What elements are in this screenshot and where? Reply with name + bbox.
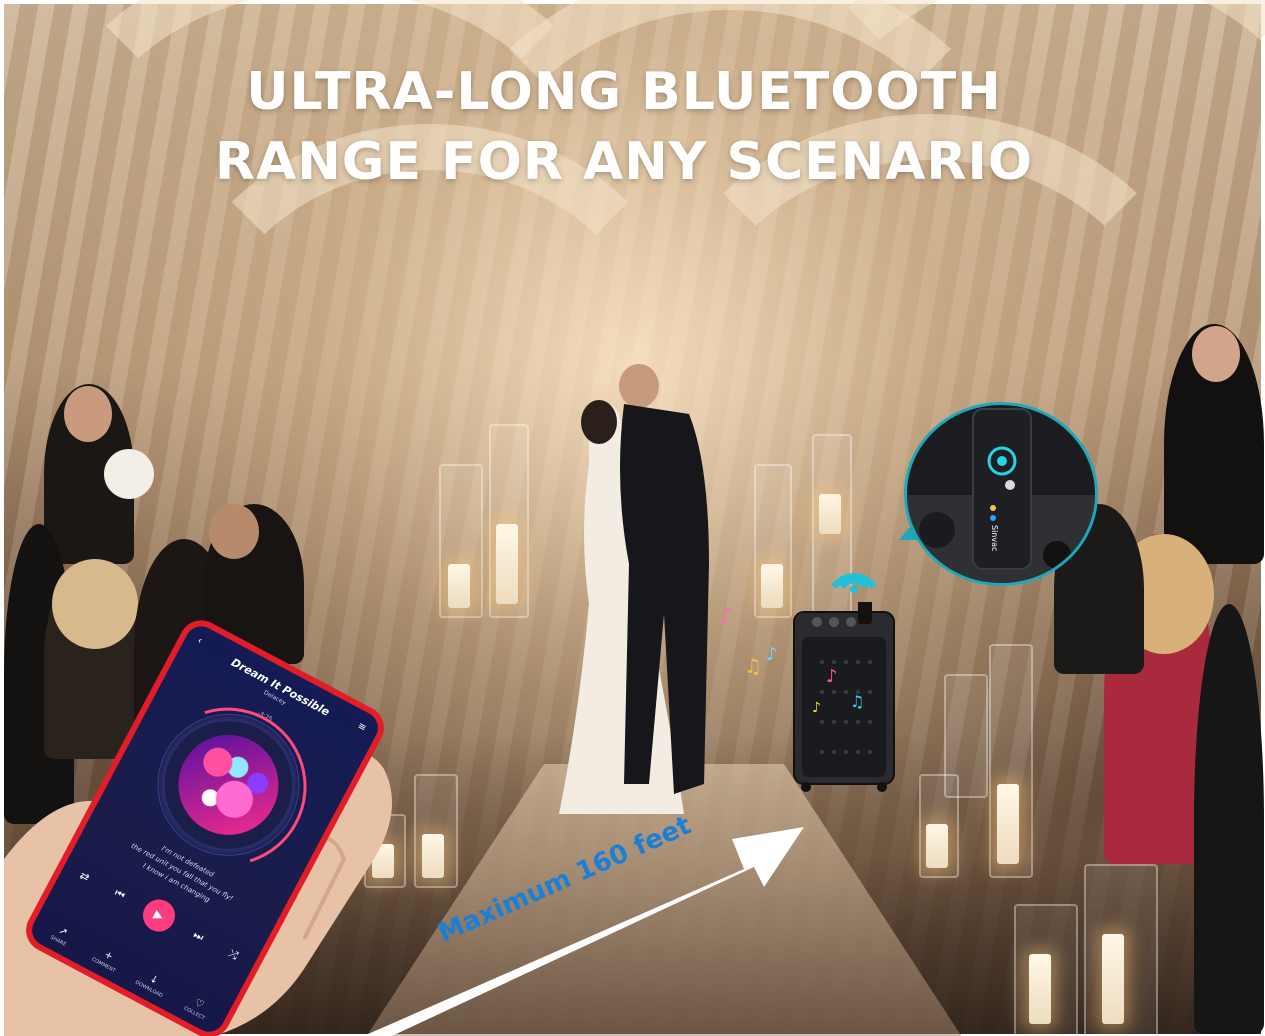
download-icon: ↓ — [147, 973, 160, 987]
svg-text:♪: ♪ — [812, 700, 821, 716]
nav-collect[interactable]: ♡ COLLECT — [173, 989, 221, 1026]
nav-share[interactable]: ↗ SHARE — [37, 917, 85, 954]
product-banner: ♪ ♫ ♪ ♪ ♫ ♪ Sinvac Maximum 160 feet ‹ ≡ … — [0, 0, 1265, 1036]
next-icon[interactable]: ⏭ — [183, 922, 213, 952]
svg-text:♪: ♪ — [826, 666, 838, 687]
device-brand: Sinvac — [990, 525, 999, 552]
music-note-icon: ♫ — [744, 654, 762, 678]
wireless-transmitter — [907, 408, 1095, 583]
nav-comment[interactable]: + COMMENT — [83, 941, 131, 978]
comment-icon: + — [102, 949, 115, 963]
share-icon: ↗ — [56, 925, 70, 939]
album-art — [160, 717, 297, 853]
headline-line-2: RANGE FOR ANY SCENARIO — [215, 132, 1033, 192]
candle — [1029, 954, 1051, 1024]
repeat-icon[interactable]: ⇄ — [70, 861, 100, 891]
shuffle-icon[interactable]: ⤮ — [218, 940, 248, 970]
candle — [926, 824, 948, 868]
candle — [496, 524, 518, 604]
music-note-icon: ♪ — [766, 644, 778, 665]
groomsman-face — [1192, 326, 1240, 382]
previous-icon[interactable]: ⏮ — [105, 880, 135, 910]
candle — [1102, 934, 1124, 1024]
bouquet — [104, 449, 154, 499]
candle — [448, 564, 470, 608]
groom — [619, 364, 709, 794]
svg-text:♫: ♫ — [850, 692, 864, 711]
bluetooth-signal-icon — [831, 573, 877, 593]
music-note-icon: ♪ — [719, 604, 734, 629]
transmitter-closeup: Sinvac — [904, 402, 1098, 586]
bridesmaid-face — [64, 386, 112, 442]
party-speaker: ♪ ♫ ♪ — [793, 602, 895, 792]
wedding-ceremony-photo: ♪ ♫ ♪ ♪ ♫ ♪ Sinvac Maximum 160 feet ‹ ≡ … — [4, 0, 1264, 1036]
play-button[interactable]: ▶ — [137, 893, 181, 938]
headline-line-1: ULTRA-LONG BLUETOOTH — [246, 62, 1002, 122]
candle — [761, 564, 783, 608]
candle — [819, 494, 841, 534]
guest-face — [209, 504, 259, 559]
nav-download[interactable]: ↓ DOWNLOAD — [128, 965, 176, 1002]
guest — [1194, 604, 1264, 1034]
candle — [997, 784, 1019, 864]
guest-hair — [52, 559, 138, 649]
heart-icon: ♡ — [192, 997, 206, 1012]
